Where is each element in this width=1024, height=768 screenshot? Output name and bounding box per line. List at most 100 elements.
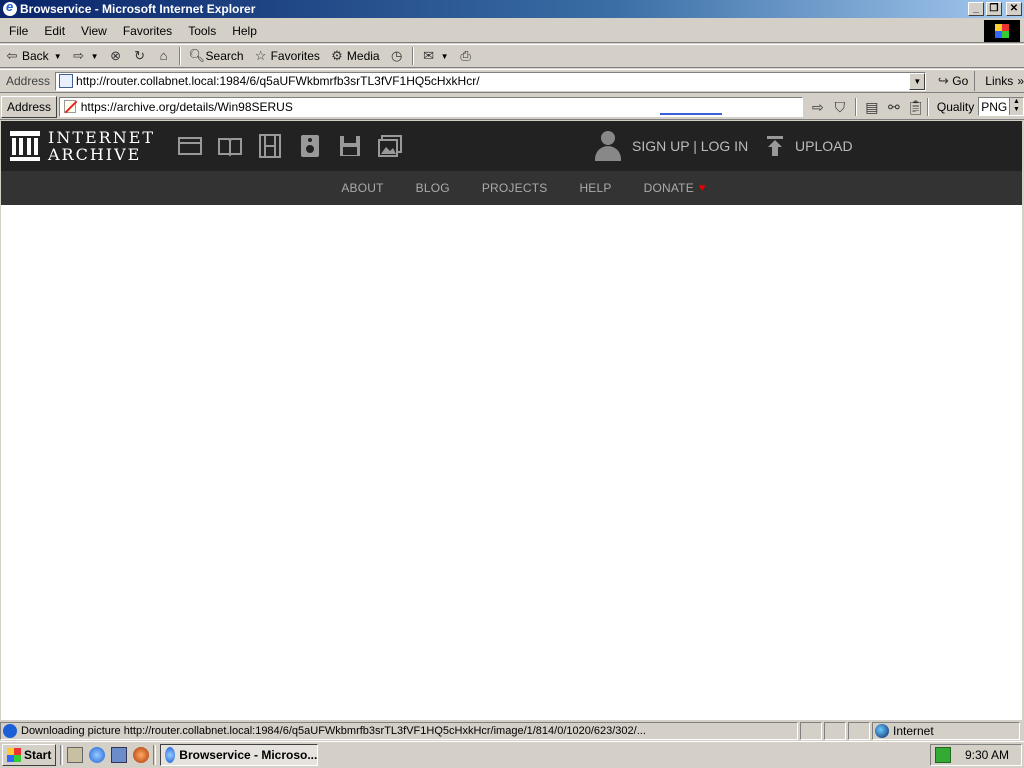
status-text: Downloading picture http://router.collab… xyxy=(21,725,646,737)
bookmark-icon[interactable]: ⛉ xyxy=(831,98,849,116)
ie-icon xyxy=(165,747,176,763)
chevron-down-icon[interactable]: ▼ xyxy=(909,72,926,90)
video-icon[interactable] xyxy=(257,133,283,159)
task-label: Browservice - Microso... xyxy=(179,748,318,762)
clipboard-icon[interactable]: 📋︎ xyxy=(907,98,925,116)
clock[interactable]: 9:30 AM xyxy=(965,748,1009,762)
links-label: Links xyxy=(985,74,1014,88)
ie-url-text: http://router.collabnet.local:1984/6/q5a… xyxy=(76,74,480,88)
internet-explorer-icon[interactable] xyxy=(89,747,106,763)
menu-help[interactable]: Help xyxy=(224,24,265,38)
page-icon xyxy=(59,74,74,88)
stop-button[interactable]: ⊗ xyxy=(104,45,128,67)
chevron-down-icon[interactable]: ▼ xyxy=(441,52,449,61)
media-button[interactable]: ⚙ Media xyxy=(325,45,385,67)
home-button[interactable]: ⌂ xyxy=(152,45,176,67)
toolbar-separator xyxy=(411,47,414,65)
globe-icon xyxy=(875,724,889,738)
status-text-panel: Downloading picture http://router.collab… xyxy=(0,722,798,740)
print-button[interactable]: ⎙ xyxy=(454,45,478,67)
logo-line-1: INTERNET xyxy=(48,128,156,147)
menu-tools[interactable]: Tools xyxy=(180,24,224,38)
nav-blog[interactable]: BLOG xyxy=(400,181,466,195)
address-label: Address xyxy=(6,74,51,88)
menu-view[interactable]: View xyxy=(73,24,115,38)
windows-logo-icon xyxy=(984,20,1020,42)
mail-button[interactable]: ✉ ▼ xyxy=(417,45,454,67)
nav-about[interactable]: ABOUT xyxy=(325,181,399,195)
search-button[interactable]: 🔍︎ Search xyxy=(184,45,249,67)
upload-link[interactable]: UPLOAD xyxy=(765,136,853,156)
signup-login-link[interactable]: SIGN UP | LOG IN xyxy=(593,131,748,161)
media-player-icon[interactable] xyxy=(133,747,150,763)
menu-file[interactable]: File xyxy=(0,24,36,38)
status-cell xyxy=(848,722,870,740)
toolbar-separator xyxy=(926,97,929,116)
show-desktop-icon[interactable] xyxy=(67,747,84,763)
history-button[interactable]: ◷ xyxy=(385,45,409,67)
refresh-button[interactable]: ↻ xyxy=(128,45,152,67)
quality-select[interactable]: PNG ▲ ▼ xyxy=(978,97,1024,116)
standard-toolbar: ⇦ Back ▼ ⇨ ▼ ⊗ ↻ ⌂ 🔍︎ Search ☆ Favorites… xyxy=(0,44,1024,68)
upload-label: UPLOAD xyxy=(795,138,853,154)
ie-url-input[interactable]: http://router.collabnet.local:1984/6/q5a… xyxy=(55,71,927,91)
nav-projects[interactable]: PROJECTS xyxy=(466,181,564,195)
start-button[interactable]: Start xyxy=(2,744,57,766)
texts-icon[interactable] xyxy=(217,133,243,159)
forward-button[interactable]: ⇨ ▼ xyxy=(67,45,104,67)
web-icon[interactable] xyxy=(177,133,203,159)
menu-edit[interactable]: Edit xyxy=(36,24,73,38)
page-viewport[interactable]: INTERNET ARCHIVE SIGN UP | LOG IN UPLOAD… xyxy=(1,121,1022,720)
back-arrow-icon: ⇦ xyxy=(6,48,18,63)
restore-button[interactable]: ❐ xyxy=(986,2,1002,16)
back-button[interactable]: ⇦ Back ▼ xyxy=(0,45,67,67)
network-icon[interactable] xyxy=(935,747,951,763)
outlook-express-icon[interactable] xyxy=(111,747,128,763)
taskbar-separator xyxy=(60,745,64,765)
stop-icon: ⊗ xyxy=(110,48,121,63)
status-cell xyxy=(800,722,822,740)
back-label: Back xyxy=(22,49,49,63)
minimize-button[interactable]: _ xyxy=(968,2,984,16)
browservice-url-text: https://archive.org/details/Win98SERUS xyxy=(80,99,293,114)
spinner-icon[interactable]: ▲ ▼ xyxy=(1009,98,1023,115)
nav-donate[interactable]: DONATE ♥ xyxy=(628,181,722,195)
images-icon[interactable] xyxy=(377,133,403,159)
chevron-down-icon[interactable]: ▼ xyxy=(54,52,62,61)
ie-address-bar: Address http://router.collabnet.local:19… xyxy=(0,69,1024,93)
quality-label: Quality xyxy=(936,99,975,114)
links-button[interactable]: Links » xyxy=(974,71,1024,91)
refresh-icon: ↻ xyxy=(134,48,145,63)
task-browservice[interactable]: Browservice - Microso... xyxy=(160,744,319,766)
zone-label: Internet xyxy=(893,724,934,738)
go-arrow-icon: ↪ xyxy=(937,73,949,88)
bookmarks-list-icon[interactable]: ▤ xyxy=(863,98,881,116)
find-icon[interactable]: ⚯ xyxy=(885,98,903,116)
home-icon: ⌂ xyxy=(159,48,168,63)
menu-bar: File Edit View Favorites Tools Help xyxy=(0,19,1024,43)
menu-favorites[interactable]: Favorites xyxy=(115,24,180,38)
software-icon[interactable] xyxy=(337,133,363,159)
loading-indicator xyxy=(659,112,722,115)
go-arrow-icon[interactable]: ⇨ xyxy=(809,98,827,116)
go-button[interactable]: ↪ Go xyxy=(926,73,974,89)
nav-help[interactable]: HELP xyxy=(563,181,627,195)
archive-temple-icon xyxy=(10,131,40,161)
close-button[interactable]: ✕ xyxy=(1006,2,1022,16)
favorites-icon: ☆ xyxy=(254,48,267,63)
search-icon: 🔍︎ xyxy=(188,48,206,63)
favorites-label: Favorites xyxy=(270,49,320,63)
favorites-button[interactable]: ☆ Favorites xyxy=(249,45,325,67)
browservice-url-input[interactable]: https://archive.org/details/Win98SERUS xyxy=(58,96,803,117)
quick-launch xyxy=(67,747,150,763)
status-cell xyxy=(824,722,846,740)
system-tray: 9:30 AM xyxy=(930,744,1022,766)
title-bar: Browservice - Microsoft Internet Explore… xyxy=(0,0,1024,18)
chevron-down-icon[interactable]: ▼ xyxy=(91,52,99,61)
signup-login-label: SIGN UP | LOG IN xyxy=(632,138,749,154)
mail-icon: ✉ xyxy=(423,48,435,63)
ia-logo[interactable]: INTERNET ARCHIVE xyxy=(10,129,155,163)
audio-icon[interactable] xyxy=(297,133,323,159)
ia-nav-bar: ABOUT BLOG PROJECTS HELP DONATE ♥ xyxy=(1,171,1022,205)
user-avatar-icon xyxy=(593,131,623,161)
